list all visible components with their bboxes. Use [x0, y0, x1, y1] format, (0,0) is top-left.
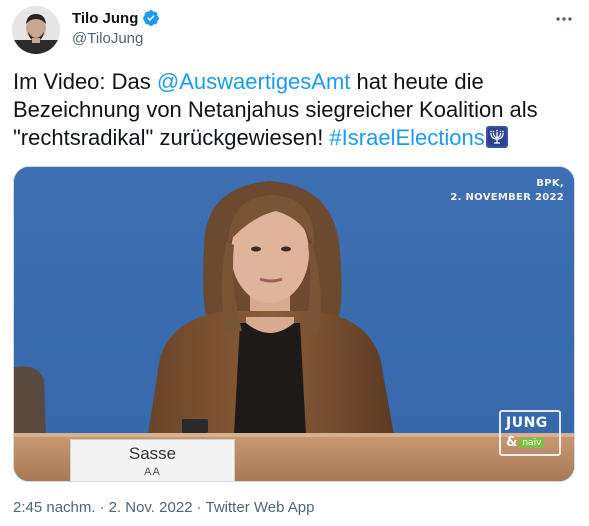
- tweet-text-part: Im Video: Das: [13, 69, 157, 94]
- logo-bottom-row: & naiv: [506, 435, 545, 450]
- author-handle[interactable]: @TiloJung: [72, 30, 160, 47]
- tweet-time[interactable]: 2:45 nachm.: [13, 499, 96, 516]
- tweet-meta: 2:45 nachm. · 2. Nov. 2022 · Twitter Web App: [13, 499, 314, 516]
- more-options-icon[interactable]: [552, 10, 576, 28]
- tweet-card: Tilo Jung @TiloJung Im Video: Das @Auswa…: [0, 0, 589, 526]
- overlay-line-2: 2. NOVEMBER 2022: [450, 192, 564, 203]
- avatar[interactable]: [12, 6, 60, 54]
- mention-link[interactable]: @AuswaertigesAmt: [157, 69, 351, 94]
- nameplate-name: Sasse: [128, 444, 177, 463]
- meta-separator: ·: [99, 499, 105, 516]
- menorah-emoji-icon: [485, 125, 509, 149]
- meta-separator: ·: [196, 499, 202, 516]
- speaker-nameplate: Sasse AA: [70, 439, 235, 481]
- video-thumbnail[interactable]: BPK, 2. NOVEMBER 2022 Sasse AA JUNG & na…: [13, 166, 575, 482]
- logo-ampersand: &: [506, 435, 518, 450]
- logo-jung-text: JUNG: [506, 415, 548, 431]
- logo-naiv-text: naiv: [519, 437, 545, 448]
- nameplate-org: AA: [144, 466, 161, 478]
- verified-badge-icon[interactable]: [142, 9, 160, 27]
- tweet-text: Im Video: Das @AuswaertigesAmt hat heute…: [13, 68, 578, 152]
- video-scene: [14, 167, 574, 481]
- jung-naiv-logo: JUNG & naiv: [499, 410, 561, 456]
- video-date-overlay: BPK, 2. NOVEMBER 2022: [450, 177, 564, 205]
- overlay-line-1: BPK,: [536, 178, 564, 189]
- author-display-name[interactable]: Tilo Jung: [72, 10, 138, 27]
- tweet-source-app[interactable]: Twitter Web App: [206, 499, 315, 516]
- hashtag-link[interactable]: #IsraelElections: [329, 125, 484, 150]
- tweet-date[interactable]: 2. Nov. 2022: [109, 499, 193, 516]
- author-info: Tilo Jung @TiloJung: [72, 8, 160, 47]
